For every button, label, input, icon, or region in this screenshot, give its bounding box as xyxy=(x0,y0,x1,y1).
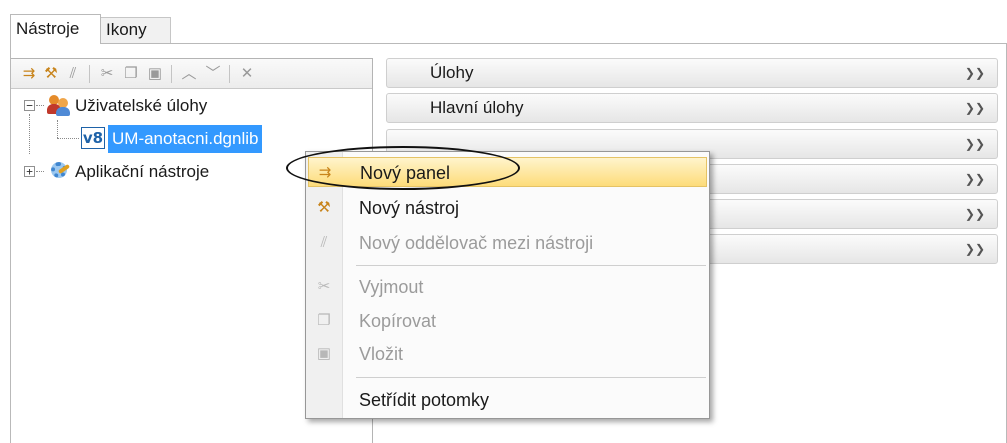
menu-item-label: Nový nástroj xyxy=(359,198,460,218)
cut-icon[interactable]: ✂ xyxy=(97,64,117,84)
new-panel-icon[interactable]: ⇉ xyxy=(19,64,39,84)
menu-separator xyxy=(356,377,706,378)
accordion-header-ulohy[interactable]: Úlohy ❯❯ xyxy=(386,58,998,88)
accordion-header-hlavni-ulohy[interactable]: Hlavní úlohy ❯❯ xyxy=(386,93,998,123)
chevron-down-icon: ❯❯ xyxy=(964,242,985,256)
context-menu: ⇉ Nový panel ⚒ Nový nástroj ⫽ Nový odděl… xyxy=(305,151,710,419)
tree-item-dgnlib[interactable]: UM-anotacni.dgnlib xyxy=(108,125,263,153)
menu-item-new-panel[interactable]: ⇉ Nový panel xyxy=(308,157,707,187)
tree-connector xyxy=(36,171,44,172)
toolbar-divider xyxy=(89,65,90,83)
tree-toolbar: ⇉ ⚒ ⫽ ✂ ❐ ▣ ︿ ﹀ ✕ xyxy=(11,59,372,89)
tree-expand-toggle[interactable]: + xyxy=(24,166,35,177)
paste-icon: ▣ xyxy=(316,345,332,362)
tab-ikony[interactable]: Ikony xyxy=(101,17,171,44)
users-icon xyxy=(47,94,71,116)
cut-icon: ✂ xyxy=(317,278,331,295)
copy-icon: ❐ xyxy=(317,312,331,329)
menu-item-cut[interactable]: ✂ Vyjmout xyxy=(308,272,707,302)
menu-item-new-tool[interactable]: ⚒ Nový nástroj xyxy=(308,193,707,223)
delete-icon[interactable]: ✕ xyxy=(237,64,257,84)
menu-item-label: Setřídit potomky xyxy=(359,390,490,410)
new-separator-icon: ⫽ xyxy=(320,234,328,251)
toolbar-divider xyxy=(171,65,172,83)
copy-icon[interactable]: ❐ xyxy=(121,64,141,84)
new-panel-icon: ⇉ xyxy=(318,164,332,181)
accordion-label: Úlohy xyxy=(430,63,474,82)
menu-item-label: Nový panel xyxy=(360,163,451,183)
menu-item-paste[interactable]: ▣ Vložit xyxy=(308,339,707,369)
menu-item-label: Vyjmout xyxy=(359,277,424,297)
menu-item-copy[interactable]: ❐ Kopírovat xyxy=(308,306,707,336)
new-separator-icon[interactable]: ⫽ xyxy=(63,64,83,84)
tree-item-user-tasks[interactable]: Uživatelské úlohy xyxy=(75,92,207,120)
chevron-down-icon: ❯❯ xyxy=(964,137,985,151)
tree-collapse-toggle[interactable]: − xyxy=(24,100,35,111)
tree-connector xyxy=(29,114,30,154)
v8-icon: v8 xyxy=(81,127,105,149)
chevron-down-icon: ❯❯ xyxy=(964,207,985,221)
move-up-icon[interactable]: ︿ xyxy=(179,64,199,84)
menu-item-label: Kopírovat xyxy=(359,311,437,331)
menu-item-sort-children[interactable]: Setřídit potomky xyxy=(308,385,707,415)
menu-item-label: Nový oddělovač mezi nástroji xyxy=(359,233,594,253)
accordion-label: Hlavní úlohy xyxy=(430,98,524,117)
menu-item-label: Vložit xyxy=(359,344,404,364)
tree-connector xyxy=(57,138,79,139)
menu-separator xyxy=(356,265,706,266)
new-tool-icon[interactable]: ⚒ xyxy=(41,64,61,84)
new-tool-icon: ⚒ xyxy=(317,199,331,216)
gear-icon xyxy=(49,160,71,182)
tab-nastroje[interactable]: Nástroje xyxy=(10,14,101,44)
move-down-icon[interactable]: ﹀ xyxy=(203,64,223,84)
toolbar-divider xyxy=(229,65,230,83)
tree-item-app-tools[interactable]: Aplikační nástroje xyxy=(75,158,209,186)
menu-item-new-separator[interactable]: ⫽ Nový oddělovač mezi nástroji xyxy=(308,228,707,258)
paste-icon[interactable]: ▣ xyxy=(145,64,165,84)
tree-connector xyxy=(57,120,58,138)
tree-connector xyxy=(36,105,44,106)
chevron-down-icon: ❯❯ xyxy=(964,66,985,80)
chevron-down-icon: ❯❯ xyxy=(964,172,985,186)
chevron-down-icon: ❯❯ xyxy=(964,101,985,115)
